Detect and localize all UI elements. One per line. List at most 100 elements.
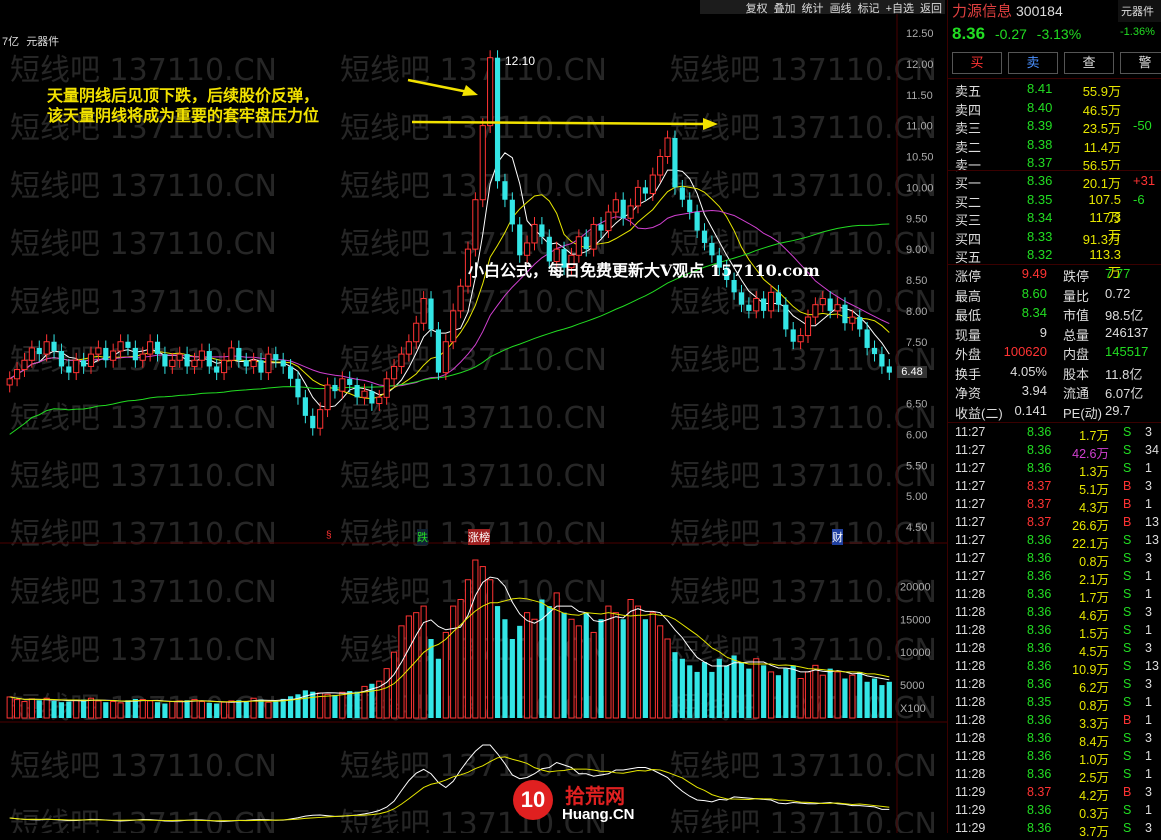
tick-side: S (1123, 425, 1132, 439)
candle-body (162, 354, 168, 367)
buy-level[interactable]: 买五 8.32 113.3万 (955, 247, 1161, 280)
candle-body (442, 341, 449, 374)
level-change: +31 (1133, 173, 1156, 188)
candle-body (287, 366, 294, 379)
promo-text: 小白公式，每日免费更新大V观点 157110.com (468, 261, 820, 280)
candle-body (738, 292, 745, 305)
toolbar-stats[interactable]: 统计 (799, 0, 827, 15)
volume-bar (634, 605, 642, 719)
tick-price: 8.37 (1027, 785, 1052, 799)
level-volume: 23.5万 (1082, 121, 1121, 136)
event-tag[interactable]: 跌 (417, 529, 428, 545)
chart-header: 7亿 元器件 (2, 33, 59, 49)
volume-bar (347, 691, 353, 718)
tick-row: 11:29 8.36 0.3万 S 1 (955, 803, 1161, 821)
sell-level[interactable]: 卖四 8.40 46.5万 (955, 100, 1161, 118)
stat-value: 0.72 (1105, 285, 1131, 301)
candle-body (679, 187, 685, 200)
tick-count: 3 (1145, 785, 1152, 799)
sector-tab[interactable]: 元器件 (1118, 0, 1161, 22)
candle-body (790, 329, 796, 342)
stat-key: 现量 (955, 327, 982, 343)
buy-button[interactable]: 买 (952, 52, 1002, 74)
volume-bar (724, 665, 730, 718)
watermark-text: 短线吧 137110.CN (10, 749, 277, 784)
price-tick: 10.50 (906, 152, 934, 164)
volume-bar (66, 701, 72, 718)
tick-row: 11:27 8.37 5.1万 B 3 (955, 479, 1161, 497)
volume-bar (450, 605, 457, 719)
toolbar-draw[interactable]: 画线 (827, 0, 855, 15)
volume-bar (383, 668, 390, 719)
alert-button[interactable]: 警 (1120, 52, 1161, 74)
tick-price: 8.36 (1027, 533, 1052, 547)
toolbar-fuquan[interactable]: 复权 (743, 0, 771, 15)
level-price: 8.34 (1027, 210, 1053, 225)
tick-row: 11:28 8.36 6.2万 S 3 (955, 677, 1161, 695)
event-tag[interactable]: 涨榜 (468, 529, 490, 545)
stat-key: 量比 (1063, 288, 1090, 304)
volume-bar (857, 671, 863, 718)
tick-price: 8.37 (1027, 497, 1052, 511)
tick-price: 8.36 (1027, 659, 1052, 673)
tick-count: 3 (1145, 479, 1152, 493)
tick-side: S (1123, 569, 1132, 583)
tick-count: 1 (1145, 461, 1152, 475)
candle-body (369, 391, 375, 404)
candle-body (280, 360, 286, 367)
query-button[interactable]: 查 (1064, 52, 1114, 74)
buy-level[interactable]: 买三 8.34 117.3万 (955, 210, 1161, 243)
candle-body (753, 298, 760, 312)
sell-level[interactable]: 卖五 8.41 55.9万 (955, 81, 1161, 99)
event-tag[interactable]: § (326, 530, 332, 541)
stat-value: 98.5亿 (1105, 308, 1144, 323)
toolbar-add-watch[interactable]: +自选 (883, 0, 917, 15)
candle-body (184, 354, 190, 367)
annotation-line-2: 该天量阴线将成为重要的套牢盘压力位 (47, 106, 320, 125)
level-label: 买四 (955, 231, 982, 247)
tick-row: 11:27 8.36 1.7万 S 3 (955, 425, 1161, 443)
current-price: 8.36 (952, 24, 986, 43)
toolbar-back[interactable]: 返回 (917, 0, 945, 15)
tick-price: 8.37 (1027, 479, 1052, 493)
buy-level[interactable]: 买一 8.36 20.1万 +31 (955, 173, 1161, 191)
tick-volume: 6.2万 (1079, 681, 1109, 695)
tick-price: 8.36 (1027, 731, 1052, 745)
sell-level[interactable]: 卖三 8.39 23.5万 -50 (955, 118, 1161, 136)
sell-level[interactable]: 卖二 8.38 11.4万 (955, 137, 1161, 155)
tick-time: 11:28 (955, 605, 986, 619)
tick-time: 11:27 (955, 425, 986, 439)
watermark-text: 短线吧 137110.CN (10, 517, 277, 552)
toolbar-mark[interactable]: 标记 (855, 0, 883, 15)
candle-body (420, 298, 427, 324)
watermark-text: 短线吧 137110.CN (340, 459, 607, 494)
toolbar-overlay[interactable]: 叠加 (771, 0, 799, 15)
candle-body (524, 242, 531, 256)
tick-time: 11:27 (955, 569, 986, 583)
volume-bar (162, 703, 168, 718)
candle-body (228, 347, 235, 361)
buy-level[interactable]: 买二 8.35 107.5万 -6 (955, 192, 1161, 225)
tick-price: 8.37 (1027, 515, 1052, 529)
candle-body (132, 347, 138, 361)
volume-bar (214, 703, 220, 718)
candle-body (347, 378, 353, 385)
candle-body (236, 347, 242, 361)
tick-volume: 1.7万 (1079, 591, 1109, 605)
event-tag[interactable]: 财 (832, 529, 843, 545)
tick-volume: 0.8万 (1079, 699, 1109, 713)
candle-body (767, 291, 775, 312)
price-tick: 12.50 (906, 28, 934, 40)
candle-body (857, 317, 863, 330)
stat-value: 246137 (1105, 324, 1149, 340)
candle-body (620, 199, 626, 219)
tick-row: 11:28 8.36 8.4万 S 3 (955, 731, 1161, 749)
buy-level[interactable]: 买四 8.33 91.3万 (955, 229, 1161, 247)
tick-side: B (1123, 515, 1132, 529)
volume-bar (849, 674, 856, 719)
candle-body (879, 354, 885, 367)
level-label: 买二 (955, 194, 982, 210)
volume-bar (117, 702, 124, 719)
sell-button[interactable]: 卖 (1008, 52, 1058, 74)
volume-bar (169, 701, 176, 719)
